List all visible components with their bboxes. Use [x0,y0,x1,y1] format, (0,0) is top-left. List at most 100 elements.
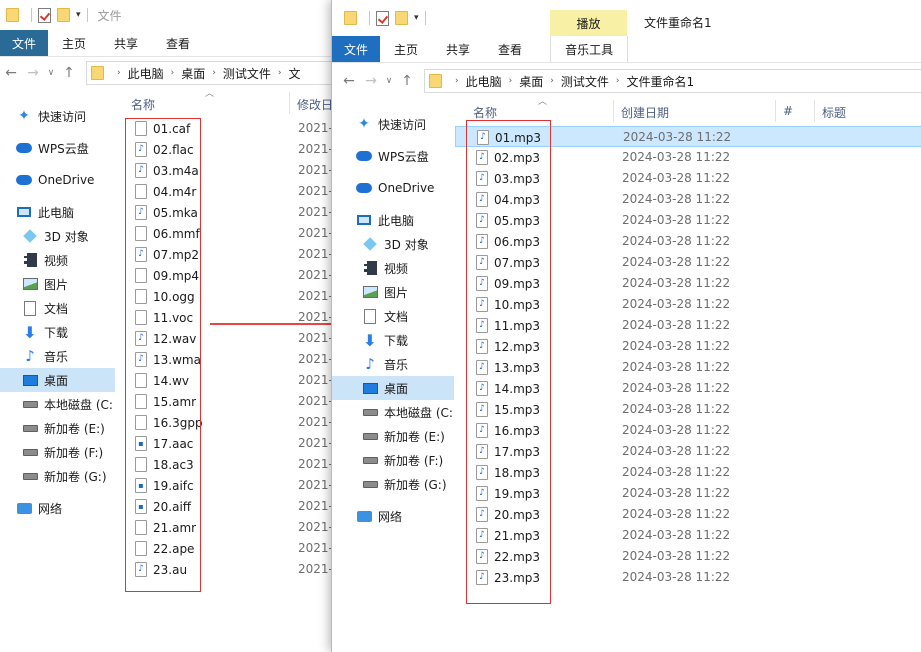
file-row[interactable]: 05.mp3 2024-03-28 11:22 [455,210,921,231]
breadcrumb-current[interactable]: 文件重命名1 [626,73,694,90]
file-row[interactable]: 01.mp3 2024-03-28 11:22 [455,126,921,147]
forward-arrow-icon[interactable]: → [22,65,44,81]
file-row[interactable]: 07.mp3 2024-03-28 11:22 [455,252,921,273]
breadcrumb-current[interactable]: 文 [288,65,300,82]
file-name-cell: 02.mp3 [476,150,540,165]
sidebar-item-13[interactable]: 新加卷 (F:) [0,440,115,464]
sidebar-item-14[interactable]: 新加卷 (G:) [0,464,115,488]
column-header-created[interactable]: 创建日期 [612,100,669,122]
sidebar-item-8[interactable]: ⬇ 下载 [0,320,115,344]
tab-share[interactable]: 共享 [432,36,484,62]
back-arrow-icon[interactable]: ← [338,73,360,89]
sidebar-item-0[interactable]: ✦ 快速访问 [332,112,454,136]
file-row[interactable]: 13.mp3 2024-03-28 11:22 [455,357,921,378]
file-row[interactable]: 09.mp3 2024-03-28 11:22 [455,273,921,294]
sidebar-item-14[interactable]: 新加卷 (G:) [332,472,454,496]
up-arrow-icon[interactable]: ↑ [58,65,80,81]
up-arrow-icon[interactable]: ↑ [396,73,418,89]
column-header-number[interactable]: # [774,100,793,122]
sidebar-item-10[interactable]: 桌面 [332,376,454,400]
file-row[interactable]: 06.mp3 2024-03-28 11:22 [455,231,921,252]
column-header-name[interactable]: 名称 [131,96,155,113]
sidebar-item-6[interactable]: 图片 [332,280,454,304]
file-name-cell: 05.mka [135,205,198,220]
sidebar-item-15[interactable]: 网络 [0,496,115,520]
sidebar-item-9[interactable]: ♪ 音乐 [332,352,454,376]
sidebar-item-12[interactable]: 新加卷 (E:) [332,424,454,448]
breadcrumb-test-files[interactable]: 测试文件 [561,73,609,90]
file-row[interactable]: 11.mp3 2024-03-28 11:22 [455,315,921,336]
file-row[interactable]: 02.mp3 2024-03-28 11:22 [455,147,921,168]
sidebar-item-1[interactable]: WPS云盘 [0,136,115,160]
sidebar-item-5[interactable]: 视频 [0,248,115,272]
file-row[interactable]: 03.mp3 2024-03-28 11:22 [455,168,921,189]
breadcrumb-this-pc[interactable]: 此电脑 [128,65,164,82]
sidebar-item-1[interactable]: WPS云盘 [332,144,454,168]
file-row[interactable]: 19.mp3 2024-03-28 11:22 [455,483,921,504]
file-row[interactable]: 10.mp3 2024-03-28 11:22 [455,294,921,315]
file-row[interactable]: 17.mp3 2024-03-28 11:22 [455,441,921,462]
sidebar-item-11[interactable]: 本地磁盘 (C: [0,392,115,416]
recent-locations-icon[interactable]: ∨ [382,76,396,86]
sidebar-item-2[interactable]: OneDrive [0,168,115,192]
context-tab-play[interactable]: 播放 [550,10,627,36]
file-row[interactable]: 21.mp3 2024-03-28 11:22 [455,525,921,546]
sidebar-item-2[interactable]: OneDrive [332,176,454,200]
recent-locations-icon[interactable]: ∨ [44,68,58,78]
column-header-modified[interactable]: 修改日 [288,92,333,114]
sidebar-item-4[interactable]: 3D 对象 [0,224,115,248]
column-header-title[interactable]: 标题 [813,100,846,122]
sidebar-item-0[interactable]: ✦ 快速访问 [0,104,115,128]
sidebar-item-3[interactable]: 此电脑 [0,200,115,224]
sidebar-item-13[interactable]: 新加卷 (F:) [332,448,454,472]
tab-file[interactable]: 文件 [332,36,381,62]
file-row[interactable]: 20.mp3 2024-03-28 11:22 [455,504,921,525]
sidebar-item-9[interactable]: ♪ 音乐 [0,344,115,368]
new-folder-icon[interactable] [395,11,408,25]
sidebar-item-7[interactable]: 文档 [332,304,454,328]
breadcrumb-this-pc[interactable]: 此电脑 [466,73,502,90]
tab-view[interactable]: 查看 [484,36,536,62]
sidebar-item-6[interactable]: 图片 [0,272,115,296]
forward-arrow-icon[interactable]: → [360,73,382,89]
back-arrow-icon[interactable]: ← [0,65,22,81]
breadcrumb-test-files[interactable]: 测试文件 [223,65,271,82]
sidebar-item-15[interactable]: 网络 [332,504,454,528]
file-row[interactable]: 18.mp3 2024-03-28 11:22 [455,462,921,483]
file-date: 2024-03-28 11:22 [622,360,731,374]
sidebar-item-12[interactable]: 新加卷 (E:) [0,416,115,440]
customize-toolbar-icon[interactable]: ▾ [414,13,419,23]
file-name-cell: 14.wv [135,373,189,388]
tab-file[interactable]: 文件 [0,30,49,56]
file-name: 07.mp2 [153,247,200,262]
customize-toolbar-icon[interactable]: ▾ [76,10,81,20]
file-row[interactable]: 12.mp3 2024-03-28 11:22 [455,336,921,357]
tab-share[interactable]: 共享 [100,30,152,56]
sidebar-item-5[interactable]: 视频 [332,256,454,280]
column-header-name[interactable]: 名称 [473,104,497,121]
file-row[interactable]: 16.mp3 2024-03-28 11:22 [455,420,921,441]
sidebar-item-8[interactable]: ⬇ 下载 [332,328,454,352]
address-bar[interactable]: › 此电脑 › 桌面 › 测试文件 › 文件重命名1 [424,69,921,93]
file-row[interactable]: 15.mp3 2024-03-28 11:22 [455,399,921,420]
file-row[interactable]: 04.mp3 2024-03-28 11:22 [455,189,921,210]
properties-icon[interactable] [376,10,389,26]
tab-home[interactable]: 主页 [380,36,432,62]
properties-icon[interactable] [38,7,51,23]
new-folder-icon[interactable] [57,8,70,22]
file-row[interactable]: 23.mp3 2024-03-28 11:22 [455,567,921,588]
tab-music-tools[interactable]: 音乐工具 [550,36,629,62]
sidebar-item-4[interactable]: 3D 对象 [332,232,454,256]
breadcrumb-desktop[interactable]: 桌面 [519,73,543,90]
tab-view[interactable]: 查看 [152,30,204,56]
music-file-icon [135,352,147,367]
sidebar-item-10[interactable]: 桌面 [0,368,115,392]
tab-home[interactable]: 主页 [48,30,100,56]
sidebar-item-11[interactable]: 本地磁盘 (C: [332,400,454,424]
file-row[interactable]: 22.mp3 2024-03-28 11:22 [455,546,921,567]
sidebar-item-7[interactable]: 文档 [0,296,115,320]
breadcrumb-desktop[interactable]: 桌面 [181,65,205,82]
file-date: 2024-03-28 11:22 [622,465,731,479]
sidebar-item-3[interactable]: 此电脑 [332,208,454,232]
file-row[interactable]: 14.mp3 2024-03-28 11:22 [455,378,921,399]
